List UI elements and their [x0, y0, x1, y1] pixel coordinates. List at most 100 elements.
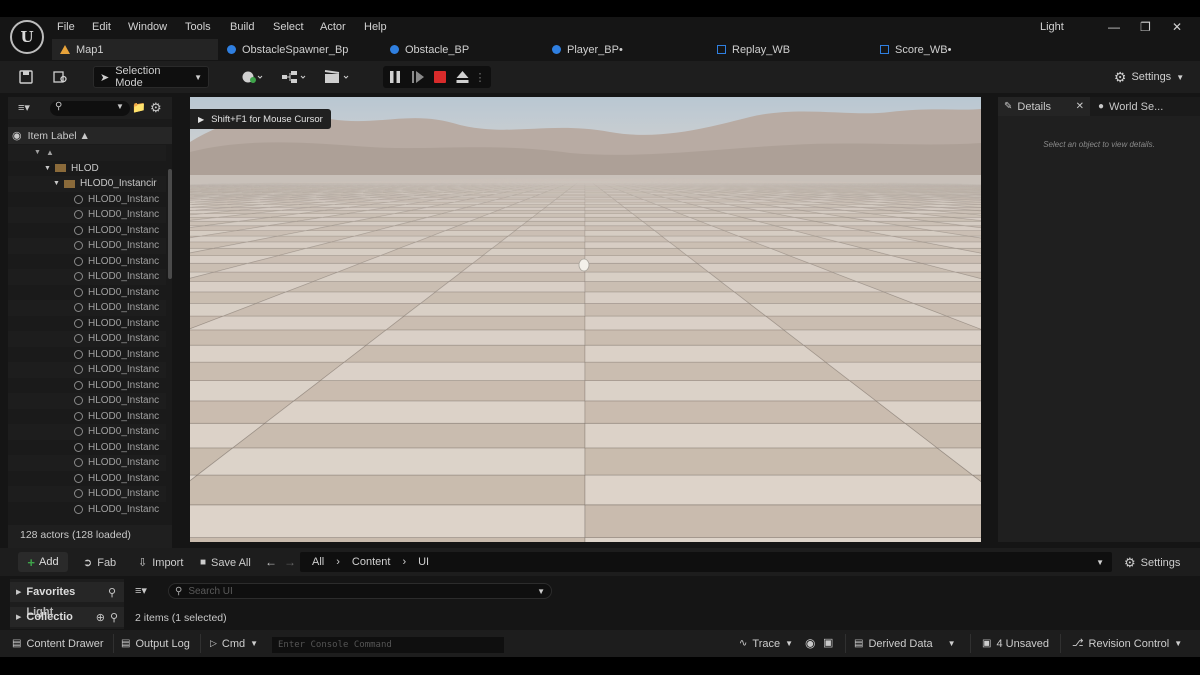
tree-row-hlod-instance[interactable]: HLOD0_Instanc: [8, 238, 166, 254]
tree-row-hlod-instance[interactable]: HLOD0_Instanc: [8, 409, 166, 425]
collections-section[interactable]: ▶ Collectio Light ⊕ ⚲: [10, 606, 124, 627]
menu-build[interactable]: Build: [230, 21, 254, 33]
minimize-icon[interactable]: —: [1108, 20, 1120, 34]
stop-icon[interactable]: [429, 71, 451, 83]
tab-map1[interactable]: Map1: [52, 39, 218, 60]
eject-icon[interactable]: [451, 71, 473, 83]
tab-obstacle-bp[interactable]: Obstacle_BP: [382, 39, 542, 60]
breadcrumb-ui[interactable]: UI: [418, 556, 429, 568]
content-browser-settings-button[interactable]: ⚙ Settings: [1124, 554, 1180, 571]
tree-row-hlod-instance[interactable]: HLOD0_Instanc: [8, 254, 166, 270]
tree-row-hlod-instance[interactable]: HLOD0_Instanc: [8, 223, 166, 239]
blueprint-menu-button[interactable]: [278, 67, 310, 87]
tree-row-hlod-instance[interactable]: HLOD0_Instanc: [8, 316, 166, 332]
tab-details[interactable]: ✎ Details ✕: [998, 97, 1090, 116]
tab-player-bp[interactable]: Player_BP•: [544, 39, 704, 60]
breadcrumb-content[interactable]: Content: [352, 556, 391, 568]
level-viewport[interactable]: ▶ Shift+F1 for Mouse Cursor: [190, 97, 981, 542]
menu-window[interactable]: Window: [128, 21, 167, 33]
actor-icon: [74, 334, 83, 344]
trace-dropdown[interactable]: ∿ Trace ▼: [739, 635, 793, 652]
content-search-input[interactable]: ⚲ Search UI ▼: [168, 583, 552, 599]
tree-row-hlod-instance[interactable]: HLOD0_Instanc: [8, 486, 166, 502]
add-folder-icon[interactable]: 📁: [132, 101, 146, 114]
outliner-scrollbar[interactable]: [168, 169, 172, 279]
tab-obstaclespawner-bp[interactable]: ObstacleSpawner_Bp: [219, 39, 379, 60]
output-log-button[interactable]: ▤ Output Log: [121, 635, 190, 652]
import-button[interactable]: ⇩ Import: [138, 554, 183, 571]
tree-row-hlod-instance[interactable]: HLOD0_Instanc: [8, 502, 166, 518]
selection-mode-label: Selection Mode: [115, 65, 161, 89]
save-all-button[interactable]: ■ Save All: [200, 554, 251, 571]
tree-row-hlod-instance[interactable]: HLOD0_Instanc: [8, 362, 166, 378]
revision-control-dropdown[interactable]: ⎇ Revision Control ▼: [1072, 635, 1182, 652]
add-actor-button[interactable]: [236, 67, 268, 87]
menu-file[interactable]: File: [57, 21, 75, 33]
tree-row-hlod-instance[interactable]: HLOD0_Instanc: [8, 455, 166, 471]
gear-icon[interactable]: ⚙: [150, 100, 162, 116]
hint-label: Shift+F1 for Mouse Cursor: [211, 113, 323, 125]
close-tab-icon[interactable]: ✕: [1076, 101, 1084, 112]
add-button[interactable]: + Add: [18, 552, 68, 572]
close-window-icon[interactable]: ✕: [1172, 20, 1182, 34]
browse-level-icon[interactable]: [50, 67, 70, 87]
menu-actor[interactable]: Actor: [320, 21, 346, 33]
visibility-eye-icon[interactable]: ◉: [12, 129, 22, 142]
pencil-icon: ✎: [1004, 101, 1013, 112]
search-icon[interactable]: ⚲: [108, 586, 116, 599]
tree-row-hlod-instance[interactable]: HLOD0_Instanc: [8, 424, 166, 440]
tree-row-hlod-instance[interactable]: HLOD0_Instanc: [8, 440, 166, 456]
screenshot-icon[interactable]: ▣: [823, 636, 833, 649]
cinematics-button[interactable]: [322, 67, 354, 87]
tree-row-hlod-instance[interactable]: HLOD0_Instanc: [8, 192, 166, 208]
step-frame-icon[interactable]: [407, 71, 429, 83]
restore-icon[interactable]: ❐: [1140, 20, 1151, 34]
content-browser-sources: ▶ Favorites ⚲ ▶ Collectio Light ⊕ ⚲: [10, 579, 124, 629]
search-icon[interactable]: ⚲: [110, 611, 118, 624]
record-icon[interactable]: ◉: [805, 636, 815, 650]
tree-row-hlod-folder[interactable]: ▼ HLOD: [8, 161, 166, 177]
menu-select[interactable]: Select: [273, 21, 304, 33]
tree-row-hlod0-folder[interactable]: ▼ HLOD0_Instancir: [8, 176, 166, 192]
content-drawer-button[interactable]: ▤ Content Drawer: [12, 635, 104, 652]
menu-help[interactable]: Help: [364, 21, 387, 33]
menu-tools[interactable]: Tools: [185, 21, 211, 33]
tree-row-hlod-instance[interactable]: HLOD0_Instanc: [8, 378, 166, 394]
tree-row-hlod-instance[interactable]: HLOD0_Instanc: [8, 300, 166, 316]
derived-data-dropdown[interactable]: ▤ Derived Data ▼: [854, 635, 956, 652]
tree-row-hlod-instance[interactable]: HLOD0_Instanc: [8, 331, 166, 347]
tree-row-hlod-instance[interactable]: HLOD0_Instanc: [8, 269, 166, 285]
tree-row-hlod-instance[interactable]: HLOD0_Instanc: [8, 471, 166, 487]
outliner-search-input[interactable]: ⚲ ▼: [50, 101, 130, 116]
tree-row-hlod-instance[interactable]: HLOD0_Instanc: [8, 393, 166, 409]
add-collection-icon[interactable]: ⊕: [96, 611, 105, 624]
menu-edit[interactable]: Edit: [92, 21, 111, 33]
history-forward-icon[interactable]: →: [284, 555, 296, 569]
cmd-dropdown[interactable]: ▷ Cmd ▼: [210, 635, 258, 652]
tree-row-hlod-instance[interactable]: HLOD0_Instanc: [8, 347, 166, 363]
save-icon[interactable]: [16, 67, 36, 87]
chevron-down-icon[interactable]: ▼: [1096, 558, 1104, 567]
world-settings-tab-label: World Se...: [1109, 100, 1164, 113]
tree-row-level[interactable]: ▼ ▲: [8, 145, 166, 161]
pause-icon[interactable]: [383, 71, 407, 83]
unreal-logo-icon[interactable]: U: [10, 20, 44, 54]
tab-score-wb[interactable]: Score_WB•: [872, 39, 1032, 60]
more-options-icon[interactable]: ⋮: [473, 71, 487, 84]
filter-icon[interactable]: ≡▾: [135, 584, 147, 597]
trace-icon: ∿: [739, 638, 748, 649]
fab-button[interactable]: ➲ Fab: [83, 554, 116, 571]
outliner-column-header[interactable]: ◉ Item Label ▲: [8, 127, 172, 144]
history-back-icon[interactable]: ←: [265, 555, 277, 569]
breadcrumb-all[interactable]: All: [312, 556, 324, 568]
unsaved-button[interactable]: ▣ 4 Unsaved: [982, 635, 1049, 652]
filter-icon[interactable]: ≡▾: [18, 101, 30, 114]
tree-row-hlod-instance[interactable]: HLOD0_Instanc: [8, 207, 166, 223]
selection-mode-dropdown[interactable]: ➤ Selection Mode ▼: [93, 65, 209, 89]
tab-replay-wb[interactable]: Replay_WB: [709, 39, 869, 60]
tab-world-settings[interactable]: ● World Se...: [1096, 97, 1200, 116]
console-command-input[interactable]: Enter Console Command: [272, 637, 504, 653]
tree-row-hlod-instance[interactable]: HLOD0_Instanc: [8, 285, 166, 301]
favorites-section[interactable]: ▶ Favorites ⚲: [10, 582, 124, 602]
toolbar-settings-button[interactable]: ⚙ Settings ▼: [1106, 67, 1192, 87]
